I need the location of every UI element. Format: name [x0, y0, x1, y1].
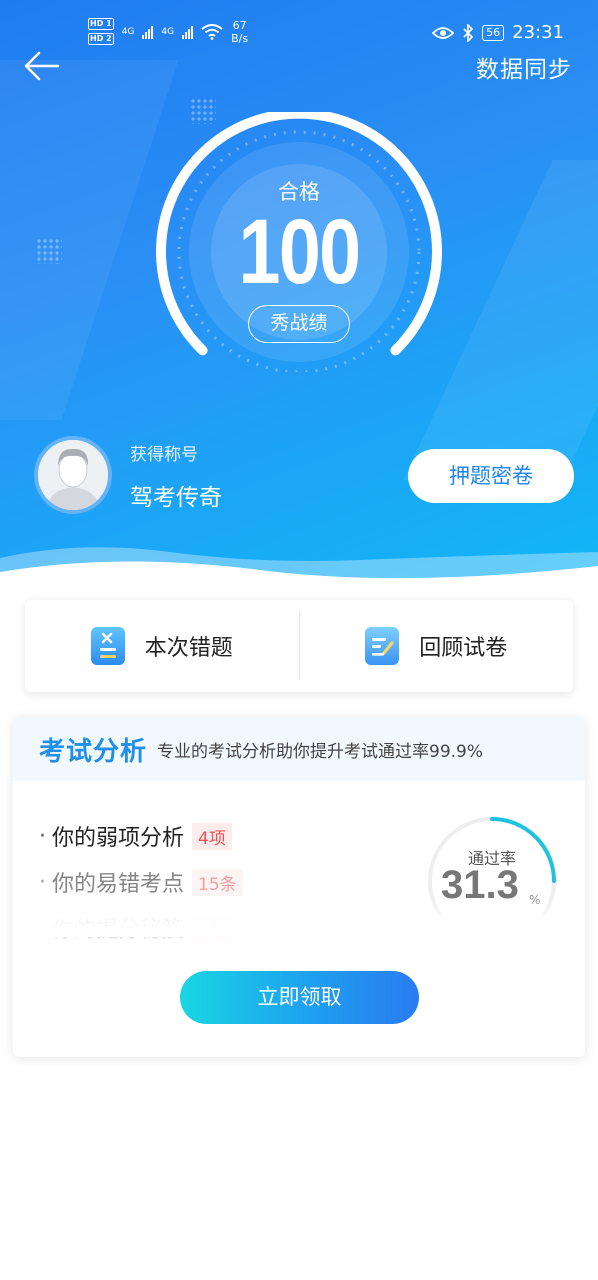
net-type-2: 4G [161, 26, 175, 37]
item-count-badge: 4项 [192, 822, 232, 850]
analysis-header: 考试分析 专业的考试分析助你提升考试通过率99.9% [13, 717, 585, 781]
user-avatar-icon [38, 440, 108, 510]
analysis-subtitle: 专业的考试分析助你提升考试通过率99.9% [157, 741, 484, 762]
exam-analysis-card: 考试分析 专业的考试分析助你提升考试通过率99.9% · 你的弱项分析 4项 ·… [13, 717, 585, 1057]
battery-indicator: 56 [482, 24, 505, 41]
bluetooth-icon [463, 23, 474, 42]
claim-button[interactable]: 立即领取 [180, 971, 419, 1024]
item-label: 你的弱项分析 [52, 826, 185, 851]
data-sync-button[interactable]: 数据同步 [476, 50, 572, 84]
wifi-icon [201, 23, 223, 40]
content-fade [13, 897, 585, 937]
item-count-badge: 15条 [192, 868, 243, 896]
hd2-badge: HD 2 [88, 33, 114, 45]
item-label: 你的易错考点 [52, 872, 185, 897]
back-arrow-icon [24, 51, 60, 81]
actions-card: 本次错题 回顾试卷 [25, 600, 573, 692]
signal-icon [142, 25, 154, 39]
eye-icon [432, 26, 455, 39]
review-paper-label: 回顾试卷 [419, 636, 508, 661]
decor-dots [36, 238, 62, 264]
signal-icon [182, 25, 194, 39]
list-item: · 你的弱项分析 4项 [39, 813, 419, 859]
clock: 23:31 [512, 22, 564, 43]
title-caption: 获得称号 [130, 445, 198, 465]
hd1-badge: HD 1 [88, 18, 114, 30]
hd-indicators: HD 1 HD 2 [88, 18, 114, 45]
wave-divider [0, 547, 598, 590]
user-title-row: 获得称号 驾考传奇 押题密卷 [34, 436, 574, 516]
title-value: 驾考传奇 [130, 485, 222, 511]
review-paper-icon [365, 627, 400, 665]
net-type-1: 4G [121, 26, 135, 37]
wrong-questions-label: 本次错题 [144, 636, 233, 661]
score-value: 100 [238, 201, 362, 303]
status-left: HD 1 HD 2 4G 4G 67 B/s [88, 18, 248, 45]
analysis-title: 考试分析 [39, 736, 148, 767]
share-score-button[interactable]: 秀战绩 [248, 305, 350, 343]
status-right: 56 23:31 [432, 22, 564, 43]
wrong-questions-button[interactable]: 本次错题 [25, 600, 299, 692]
avatar [34, 436, 112, 514]
score-gauge: 合格 100 秀战绩 [149, 112, 449, 372]
back-button[interactable] [22, 46, 62, 86]
network-speed: 67 B/s [231, 18, 249, 45]
status-bar: HD 1 HD 2 4G 4G 67 B/s 56 23:31 [0, 14, 598, 50]
wrong-questions-icon [90, 627, 125, 665]
result-header: HD 1 HD 2 4G 4G 67 B/s 56 23:31 数据同步 合格 … [0, 0, 598, 590]
secret-paper-button[interactable]: 押题密卷 [408, 449, 574, 503]
review-paper-button[interactable]: 回顾试卷 [300, 600, 574, 692]
